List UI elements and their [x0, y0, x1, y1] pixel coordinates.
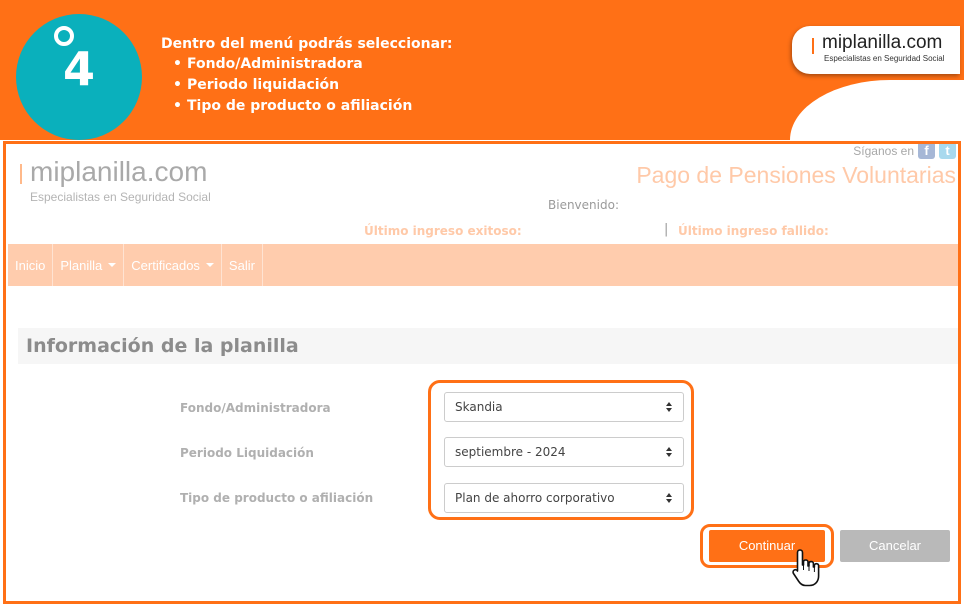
hand-pointer-icon: [792, 549, 820, 587]
page-title: Pago de Pensiones Voluntarias: [636, 162, 956, 188]
periodo-label: Periodo Liquidación: [180, 446, 314, 460]
last-failed-login: Último ingreso fallido:: [678, 224, 829, 238]
selects-highlight: [428, 380, 694, 520]
banner-text: Dentro del menú podrás seleccionar: • Fon…: [161, 34, 453, 117]
instruction-banner: 4 Dentro del menú podrás seleccionar: • F…: [0, 0, 964, 150]
site-logo-name: miplanilla.com: [30, 156, 208, 187]
banner-list-item: • Periodo liquidación: [173, 75, 453, 96]
banner-curve: [790, 80, 964, 150]
step-badge: 4: [16, 14, 142, 140]
banner-logo-name: miplanilla.com: [822, 32, 943, 53]
banner-list: • Fondo/Administradora • Periodo liquidaci…: [173, 54, 453, 117]
social-follow: Síganos en f t: [853, 143, 956, 159]
tipo-producto-label: Tipo de producto o afiliación: [180, 491, 374, 505]
main-nav: Inicio Planilla Certificados Salir: [8, 244, 958, 286]
facebook-icon[interactable]: f: [918, 144, 935, 159]
twitter-icon[interactable]: t: [939, 144, 956, 159]
nav-item-certificados[interactable]: Certificados: [124, 244, 222, 286]
banner-list-item: • Fondo/Administradora: [173, 54, 453, 75]
bullet-icon: •: [173, 56, 182, 72]
cancel-button[interactable]: Cancelar: [840, 530, 950, 562]
logo-bar-icon: [812, 38, 814, 54]
banner-logo-tagline: Especialistas en Seguridad Social: [824, 54, 945, 63]
login-separator: |: [664, 222, 669, 237]
welcome-text: Bienvenido:: [548, 198, 619, 212]
app-screenshot-frame: miplanilla.com Especialistas en Segurida…: [3, 141, 961, 604]
bullet-icon: •: [173, 77, 182, 93]
last-success-login: Último ingreso exitoso:: [364, 224, 522, 238]
banner-intro: Dentro del menú podrás seleccionar:: [161, 36, 453, 52]
logo-bar-icon: [20, 164, 22, 184]
banner-logo: miplanilla.com Especialistas en Segurida…: [792, 26, 960, 74]
caret-down-icon: [108, 263, 117, 267]
nav-item-planilla[interactable]: Planilla: [53, 244, 125, 286]
follow-label: Síganos en: [853, 143, 914, 158]
site-logo-tagline: Especialistas en Seguridad Social: [30, 190, 211, 204]
nav-item-inicio[interactable]: Inicio: [8, 244, 54, 286]
bullet-icon: •: [173, 98, 182, 114]
banner-list-item: • Tipo de producto o afiliación: [173, 96, 453, 117]
caret-down-icon: [205, 263, 214, 267]
step-number: 4: [62, 42, 95, 96]
section-title: Información de la planilla: [18, 328, 958, 364]
nav-item-salir[interactable]: Salir: [222, 244, 263, 286]
fondo-label: Fondo/Administradora: [180, 401, 331, 415]
